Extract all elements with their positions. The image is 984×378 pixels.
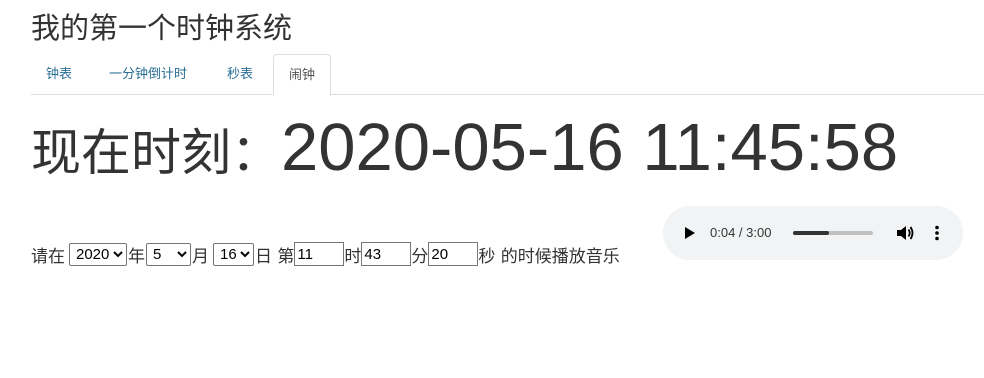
month-select[interactable]: 5 — [146, 242, 191, 266]
tab-alarm[interactable]: 闹钟 — [273, 54, 332, 96]
year-label: 年 — [128, 246, 145, 267]
audio-progress-fill — [793, 231, 829, 235]
alarm-settings: 请在 2020 年 5 月 16 日 第 时 分 秒 的时候播放音乐 — [31, 240, 620, 268]
page-title: 我的第一个时钟系统 — [31, 11, 293, 45]
year-select[interactable]: 2020 — [69, 242, 127, 266]
tab-stopwatch[interactable]: 秒表 — [212, 54, 268, 95]
day-label: 日 第 — [255, 246, 295, 267]
minute-input[interactable] — [361, 242, 412, 266]
second-input[interactable] — [428, 242, 479, 266]
audio-progress-bar[interactable] — [793, 231, 873, 235]
audio-player: 0:04 / 3:00 — [663, 206, 963, 260]
month-label: 月 — [192, 246, 209, 267]
tab-bar: 钟表 一分钟倒计时 秒表 闹钟 — [31, 54, 984, 96]
day-select[interactable]: 16 — [213, 242, 254, 266]
now-label: 现在时刻： — [31, 124, 281, 182]
volume-icon[interactable] — [895, 223, 915, 243]
more-vert-icon[interactable] — [927, 223, 947, 243]
hour-label: 时 — [344, 246, 362, 267]
hour-input[interactable] — [294, 242, 345, 266]
play-icon[interactable] — [681, 225, 697, 241]
current-time: 2020-05-16 11:45:58 — [281, 110, 899, 185]
tab-countdown[interactable]: 一分钟倒计时 — [94, 54, 202, 95]
alarm-prefix: 请在 — [31, 246, 65, 267]
audio-time-display: 0:04 / 3:00 — [710, 225, 772, 240]
tab-clock[interactable]: 钟表 — [31, 54, 87, 95]
alarm-suffix: 秒 的时候播放音乐 — [478, 246, 620, 267]
minute-label: 分 — [411, 246, 429, 267]
